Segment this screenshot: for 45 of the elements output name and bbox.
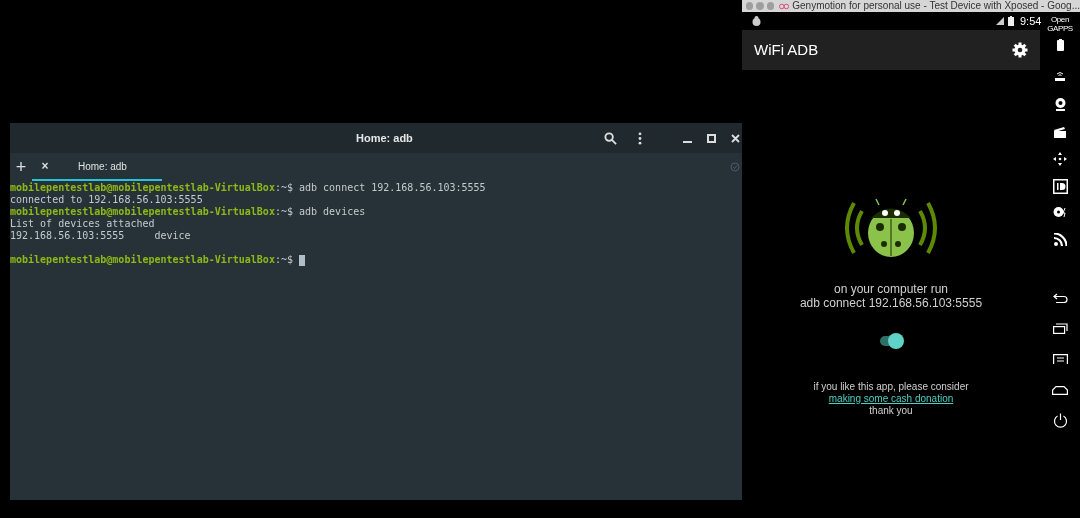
app-title: WiFi ADB	[754, 39, 819, 60]
donation-text: if you like this app, please consider	[813, 381, 969, 393]
output-text: connected to 192.168.56.103:5555	[10, 194, 203, 206]
battery-icon[interactable]	[1056, 39, 1064, 51]
recent-apps-icon[interactable]	[1052, 323, 1068, 334]
tab-label: Home: adb	[78, 159, 127, 174]
move-arrows-icon[interactable]	[1053, 152, 1067, 166]
id-icon[interactable]	[1052, 179, 1068, 194]
output-text: 192.168.56.103:5555 device	[10, 230, 191, 242]
toggle-switch[interactable]	[878, 333, 904, 349]
clapperboard-icon[interactable]	[1054, 126, 1066, 138]
prompt-user-host: mobilepentestlab@mobilepentestlab-VirtualBox	[10, 206, 275, 218]
status-time: 9:54	[1020, 13, 1042, 29]
new-tab-button[interactable]: +	[10, 153, 32, 181]
open-gapps-label[interactable]: Open GAPPS	[1041, 15, 1079, 33]
back-icon[interactable]	[1052, 293, 1068, 303]
thanks-text: thank you	[869, 405, 913, 417]
maximize-icon[interactable]	[707, 133, 716, 143]
menu-icon[interactable]	[1052, 354, 1068, 364]
home-icon[interactable]	[1052, 386, 1068, 395]
prompt-path: :~$	[274, 182, 293, 194]
prompt-user-host: mobilepentestlab@mobilepentestlab-VirtualBox	[10, 182, 275, 194]
disc-icon[interactable]	[1053, 206, 1067, 218]
command-text: adb devices	[298, 206, 366, 218]
more-options-icon[interactable]	[638, 131, 642, 145]
donation-link[interactable]: making some cash donation	[828, 393, 954, 405]
power-icon[interactable]	[1052, 413, 1068, 428]
close-icon[interactable]	[731, 133, 740, 143]
rss-icon[interactable]	[1053, 233, 1067, 246]
signal-icon	[996, 17, 1004, 25]
prompt-path: :~$	[274, 206, 293, 218]
window-title: Home: adb	[356, 130, 413, 146]
instruction-text: adb connect 192.168.56.103:5555	[799, 296, 983, 310]
webcam-icon[interactable]	[1054, 98, 1066, 111]
search-icon[interactable]	[604, 131, 617, 145]
window-title: Genymotion for personal use - Test Device with Xposed - Goog...	[792, 1, 1080, 11]
instruction-text: on your computer run	[833, 282, 948, 296]
prompt-path: :~$	[274, 254, 293, 266]
app-logo-icon	[779, 2, 790, 10]
command-text: adb connect 192.168.56.103:5555	[298, 182, 486, 194]
close-tab-button[interactable]: ×	[32, 157, 58, 175]
settings-icon[interactable]	[1012, 42, 1028, 58]
output-text: List of devices attached	[10, 218, 155, 230]
prompt-user-host: mobilepentestlab@mobilepentestlab-VirtualBox	[10, 254, 275, 266]
battery-icon	[1008, 16, 1014, 26]
